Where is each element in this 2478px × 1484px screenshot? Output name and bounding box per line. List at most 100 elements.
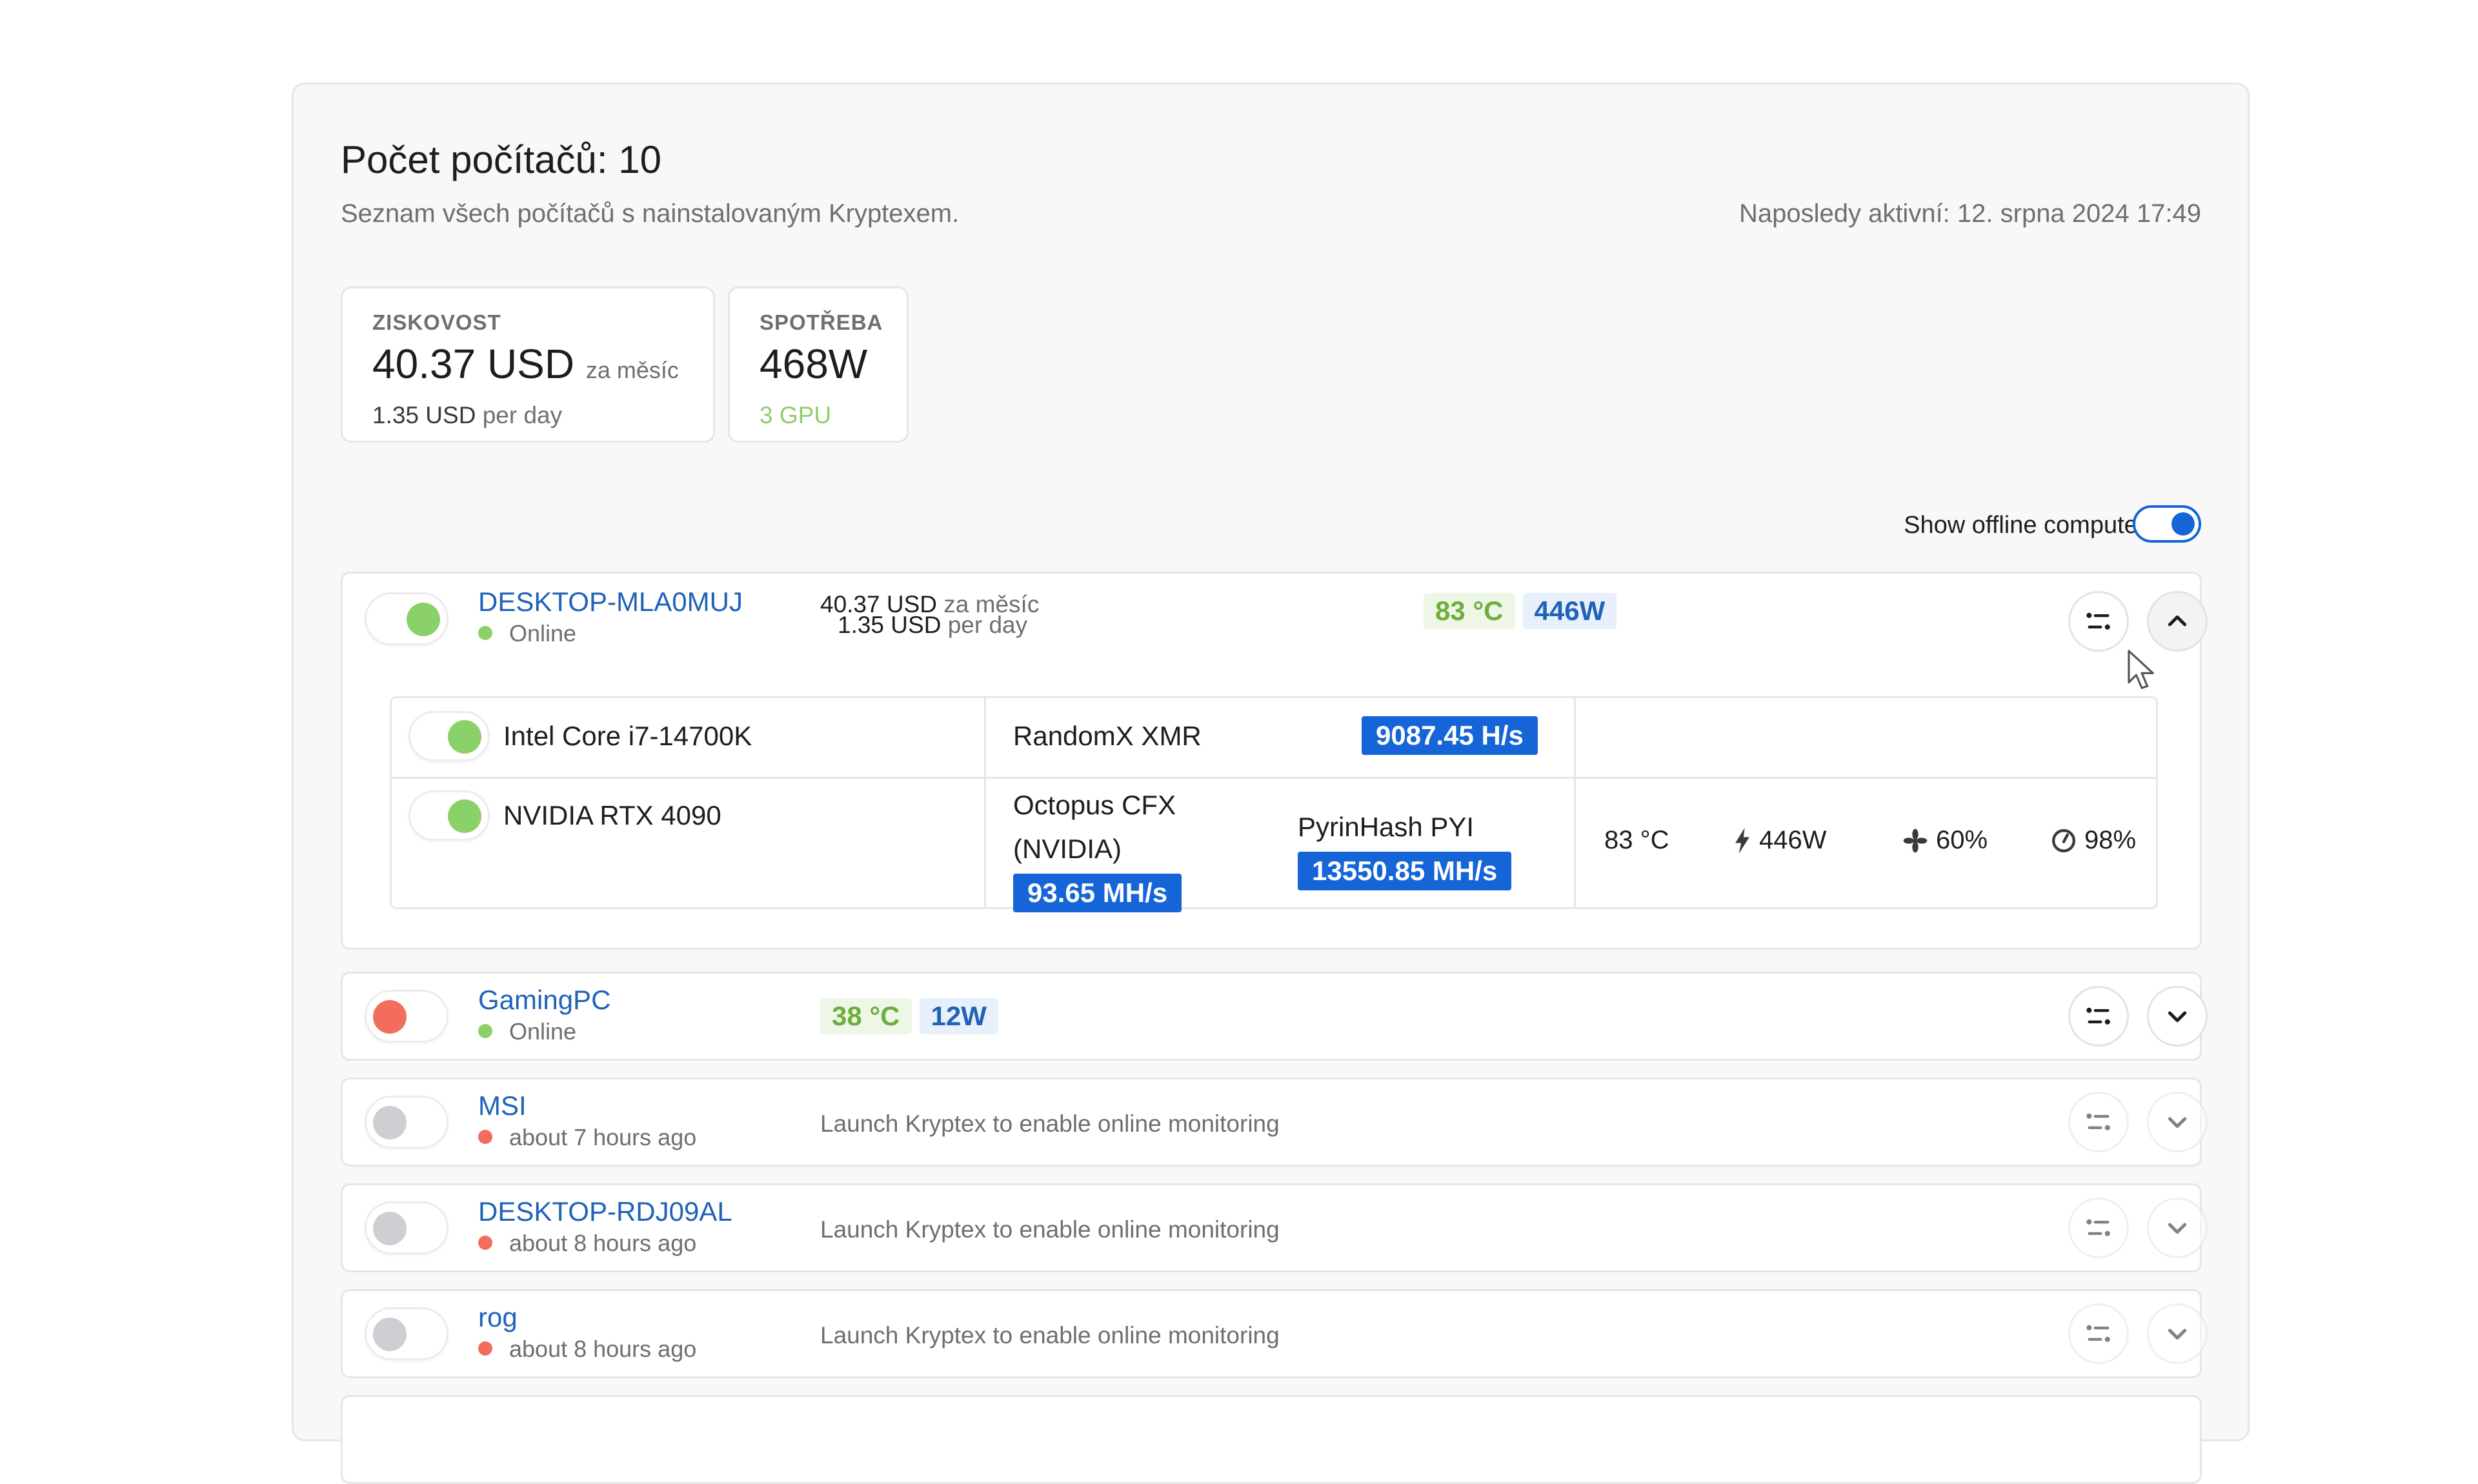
sliders-icon: [2086, 612, 2110, 630]
computer-row: MSI about 7 hours ago Launch Kryptex to …: [341, 1078, 2208, 1167]
settings-button[interactable]: [2068, 1092, 2129, 1152]
temperature-badge: 38 °C: [820, 998, 912, 1034]
daily-earnings: 1.35 USD per day: [838, 612, 1028, 638]
device-power: 446W: [1733, 826, 1902, 855]
computer-status: Online: [478, 1018, 576, 1045]
status-dot: [478, 1236, 492, 1250]
computer-row: [341, 1395, 2202, 1484]
computer-name-link[interactable]: MSI: [478, 1090, 527, 1121]
consumption-label: SPOTŘEBA: [760, 310, 883, 334]
device-toggle[interactable]: [408, 790, 490, 841]
device-load-value: 98%: [2084, 826, 2137, 854]
computer-name-link[interactable]: rog: [478, 1302, 518, 1333]
toggle-dot: [448, 799, 481, 833]
hashrate-badge: 9087.45 H/s: [1362, 716, 1538, 755]
last-active-text: Naposledy aktivní: 12. srpna 2024 17:49: [1738, 199, 2201, 228]
chevron-down-icon: [2168, 1223, 2187, 1234]
expand-button[interactable]: [2147, 1303, 2208, 1364]
consumption-card: SPOTŘEBA 468W 3 GPU: [728, 286, 909, 443]
status-text: Online: [509, 1018, 577, 1045]
computer-status: about 8 hours ago: [478, 1230, 696, 1257]
profit-amount: 40.37 USD: [372, 341, 575, 387]
fan-icon: [1903, 828, 1928, 852]
gauge-icon: [2052, 828, 2075, 852]
computer-row: DESKTOP-MLA0MUJ Online 40.37 USD za měsí…: [341, 572, 2208, 950]
page-subtitle: Seznam všech počítačů s nainstalovaným K…: [341, 199, 960, 228]
chevron-down-icon: [2168, 1011, 2187, 1023]
device-name: Intel Core i7-14700K: [503, 721, 752, 751]
expand-button[interactable]: [2147, 1198, 2208, 1258]
device-fan-value: 60%: [1936, 826, 1988, 854]
sliders-icon: [2086, 1007, 2110, 1025]
power-badge: 12W: [919, 998, 998, 1034]
sliders-icon: [2086, 1325, 2110, 1342]
device-name: NVIDIA RTX 4090: [503, 800, 721, 830]
monitoring-message: Launch Kryptex to enable online monitori…: [820, 1322, 1280, 1349]
computer-toggle[interactable]: [365, 1201, 448, 1254]
dual-algorithm-name: PyrinHash PYI: [1298, 812, 1475, 842]
computer-toggle[interactable]: [365, 592, 448, 645]
device-temp-value: 83 °C: [1604, 826, 1669, 854]
profit-label: ZISKOVOST: [372, 310, 501, 334]
computer-row: rog about 8 hours ago Launch Kryptex to …: [341, 1289, 2208, 1378]
computer-name-link[interactable]: DESKTOP-RDJ09AL: [478, 1196, 732, 1227]
toggle-dot: [448, 720, 481, 754]
collapse-button[interactable]: [2147, 591, 2208, 652]
expand-button[interactable]: [2147, 986, 2208, 1047]
chevron-down-icon: [2168, 1329, 2187, 1340]
expand-button[interactable]: [2147, 1092, 2208, 1152]
computer-toggle[interactable]: [365, 1307, 448, 1360]
divider: [1574, 698, 1576, 907]
dual-hashrate-badge: 13550.85 MH/s: [1298, 852, 1512, 890]
hashrate-badge: 93.65 MH/s: [1013, 874, 1182, 912]
device-toggle[interactable]: [408, 711, 490, 761]
status-text: about 8 hours ago: [509, 1230, 697, 1256]
computer-status: about 7 hours ago: [478, 1124, 696, 1151]
sliders-icon: [2086, 1113, 2110, 1130]
profit-unit: za měsíc: [585, 357, 679, 383]
computer-name-link[interactable]: GamingPC: [478, 985, 610, 1016]
device-power-value: 446W: [1759, 826, 1827, 854]
algorithm-name: RandomX XMR: [1013, 721, 1202, 751]
device-fan: 60%: [1902, 826, 2051, 855]
status-text: about 8 hours ago: [509, 1336, 697, 1362]
device-table: Intel Core i7-14700K RandomX XMR 9087.45…: [390, 696, 2158, 912]
switch-knob: [2171, 512, 2195, 536]
algorithm-name: Octopus CFX: [1013, 790, 1176, 820]
profit-value: 40.37 USD za měsíc: [372, 340, 679, 388]
temperature-badge: 83 °C: [1424, 593, 1515, 629]
page-title: Počet počítačů: 10: [341, 138, 661, 181]
status-dot: [478, 626, 492, 641]
profit-per-day: 1.35 USD per day: [372, 402, 562, 429]
device-temp: 83 °C: [1604, 826, 1733, 855]
mouse-pointer-icon: [2127, 649, 2157, 695]
power-badge: 446W: [1522, 593, 1617, 629]
status-text: Online: [509, 620, 577, 647]
profit-per-day-unit: per day: [482, 402, 563, 428]
settings-button[interactable]: [2068, 1303, 2129, 1364]
divider: [392, 777, 2156, 779]
monitoring-message: Launch Kryptex to enable online monitori…: [820, 1110, 1280, 1137]
settings-button[interactable]: [2068, 1198, 2129, 1258]
monitoring-message: Launch Kryptex to enable online monitori…: [820, 1216, 1280, 1243]
toggle-dot: [407, 603, 440, 636]
profit-card: ZISKOVOST 40.37 USD za měsíc 1.35 USD pe…: [341, 286, 715, 443]
computer-status: Online: [478, 620, 576, 647]
settings-button[interactable]: [2068, 986, 2129, 1047]
settings-button[interactable]: [2068, 591, 2129, 652]
show-offline-switch[interactable]: [2133, 505, 2201, 543]
toggle-dot: [373, 1106, 407, 1139]
computer-toggle[interactable]: [365, 990, 448, 1043]
daily-unit: per day: [947, 612, 1028, 638]
computer-badges: 83 °C 446W: [1424, 593, 1617, 629]
algorithm-subname: (NVIDIA): [1013, 834, 1122, 864]
toggle-dot: [373, 1318, 407, 1351]
computer-name-link[interactable]: DESKTOP-MLA0MUJ: [478, 587, 743, 617]
show-offline-label: Show offline computers:: [1904, 512, 2165, 539]
daily-value: 1.35 USD: [838, 612, 942, 638]
profit-per-day-value: 1.35 USD: [372, 402, 476, 428]
toggle-dot: [373, 1212, 407, 1245]
computer-toggle[interactable]: [365, 1096, 448, 1148]
consumption-value: 468W: [760, 341, 868, 387]
computer-row: GamingPC Online 38 °C 12W: [341, 972, 2208, 1061]
